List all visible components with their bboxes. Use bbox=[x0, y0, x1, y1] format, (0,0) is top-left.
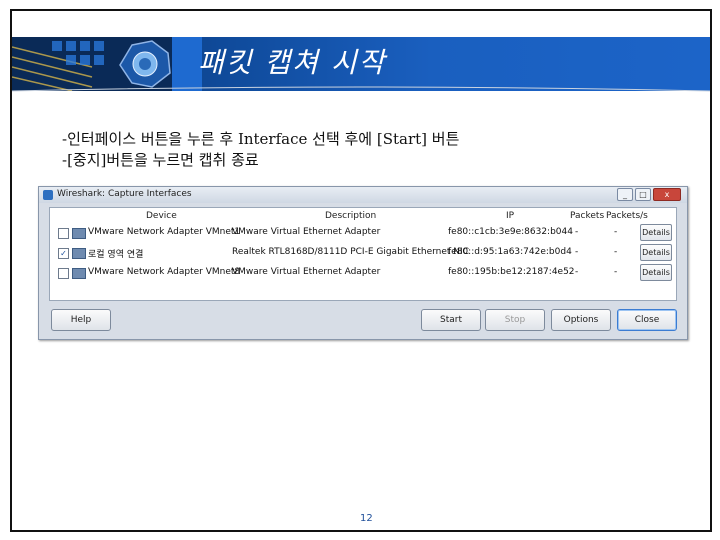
dialog-titlebar: Wireshark: Capture Interfaces _ □ x bbox=[39, 187, 687, 203]
column-header-packets-per-sec[interactable]: Packets/s bbox=[606, 211, 648, 221]
packet-count: - bbox=[575, 247, 579, 257]
network-adapter-icon bbox=[72, 268, 86, 279]
column-header-ip[interactable]: IP bbox=[506, 211, 514, 221]
packet-rate: - bbox=[614, 227, 618, 237]
page-number: 12 bbox=[360, 513, 373, 524]
dialog-title: Wireshark: Capture Interfaces bbox=[57, 189, 192, 199]
device-description: VMware Virtual Ethernet Adapter bbox=[232, 227, 381, 237]
packet-count: - bbox=[575, 227, 579, 237]
device-name: VMware Network Adapter VMnet8 bbox=[88, 267, 241, 277]
interface-row[interactable]: ✓ 로컬 영역 연결 Realtek RTL8168D/8111D PCI-E … bbox=[50, 244, 676, 262]
instruction-line-1: -인터페이스 버튼을 누른 후 Interface 선택 후에 [Start] … bbox=[62, 130, 460, 148]
details-button[interactable]: Details bbox=[640, 244, 672, 261]
instruction-text: -인터페이스 버튼을 누른 후 Interface 선택 후에 [Start] … bbox=[62, 129, 459, 171]
close-button[interactable]: Close bbox=[617, 309, 677, 331]
interface-row[interactable]: VMware Network Adapter VMnet1 VMware Vir… bbox=[50, 224, 676, 242]
interfaces-list: Device Description IP Packets Packets/s … bbox=[49, 207, 677, 301]
device-description: VMware Virtual Ethernet Adapter bbox=[232, 267, 381, 277]
maximize-button[interactable]: □ bbox=[635, 188, 651, 201]
options-button[interactable]: Options bbox=[551, 309, 611, 331]
packet-rate: - bbox=[614, 267, 618, 277]
network-adapter-icon bbox=[72, 228, 86, 239]
column-header-description[interactable]: Description bbox=[325, 211, 376, 221]
interface-checkbox[interactable]: ✓ bbox=[58, 248, 69, 259]
slide-frame: 패킷 캡쳐 시작 -인터페이스 버튼을 누른 후 Interface 선택 후에… bbox=[10, 9, 712, 532]
help-button[interactable]: Help bbox=[51, 309, 111, 331]
start-button[interactable]: Start bbox=[421, 309, 481, 331]
slide-title: 패킷 캡쳐 시작 bbox=[198, 46, 387, 79]
column-header-device[interactable]: Device bbox=[146, 211, 177, 221]
minimize-button[interactable]: _ bbox=[617, 188, 633, 201]
close-window-button[interactable]: x bbox=[653, 188, 681, 201]
title-banner: 패킷 캡쳐 시작 bbox=[12, 37, 710, 91]
decorative-curve bbox=[12, 86, 710, 92]
packet-count: - bbox=[575, 267, 579, 277]
device-ip: fe80::d:95:1a63:742e:b0d4 bbox=[448, 247, 572, 257]
device-description: Realtek RTL8168D/8111D PCI-E Gigabit Eth… bbox=[232, 247, 469, 257]
interface-checkbox[interactable] bbox=[58, 268, 69, 279]
column-header-packets[interactable]: Packets bbox=[570, 211, 604, 221]
packet-rate: - bbox=[614, 247, 618, 257]
device-name: VMware Network Adapter VMnet1 bbox=[88, 227, 241, 237]
network-adapter-icon bbox=[72, 248, 86, 259]
details-button[interactable]: Details bbox=[640, 264, 672, 281]
interface-row[interactable]: VMware Network Adapter VMnet8 VMware Vir… bbox=[50, 264, 676, 282]
device-ip: fe80::c1cb:3e9e:8632:b044 bbox=[448, 227, 573, 237]
stop-button[interactable]: Stop bbox=[485, 309, 545, 331]
details-button[interactable]: Details bbox=[640, 224, 672, 241]
wireshark-icon bbox=[43, 190, 53, 200]
device-ip: fe80::195b:be12:2187:4e52 bbox=[448, 267, 575, 277]
circuit-globe-graphic bbox=[12, 37, 202, 91]
device-name: 로컬 영역 연결 bbox=[88, 250, 144, 260]
instruction-line-2: -[중지]버튼을 누르면 캡취 종료 bbox=[62, 151, 259, 169]
interface-checkbox[interactable] bbox=[58, 228, 69, 239]
capture-interfaces-dialog: Wireshark: Capture Interfaces _ □ x Devi… bbox=[38, 186, 688, 340]
